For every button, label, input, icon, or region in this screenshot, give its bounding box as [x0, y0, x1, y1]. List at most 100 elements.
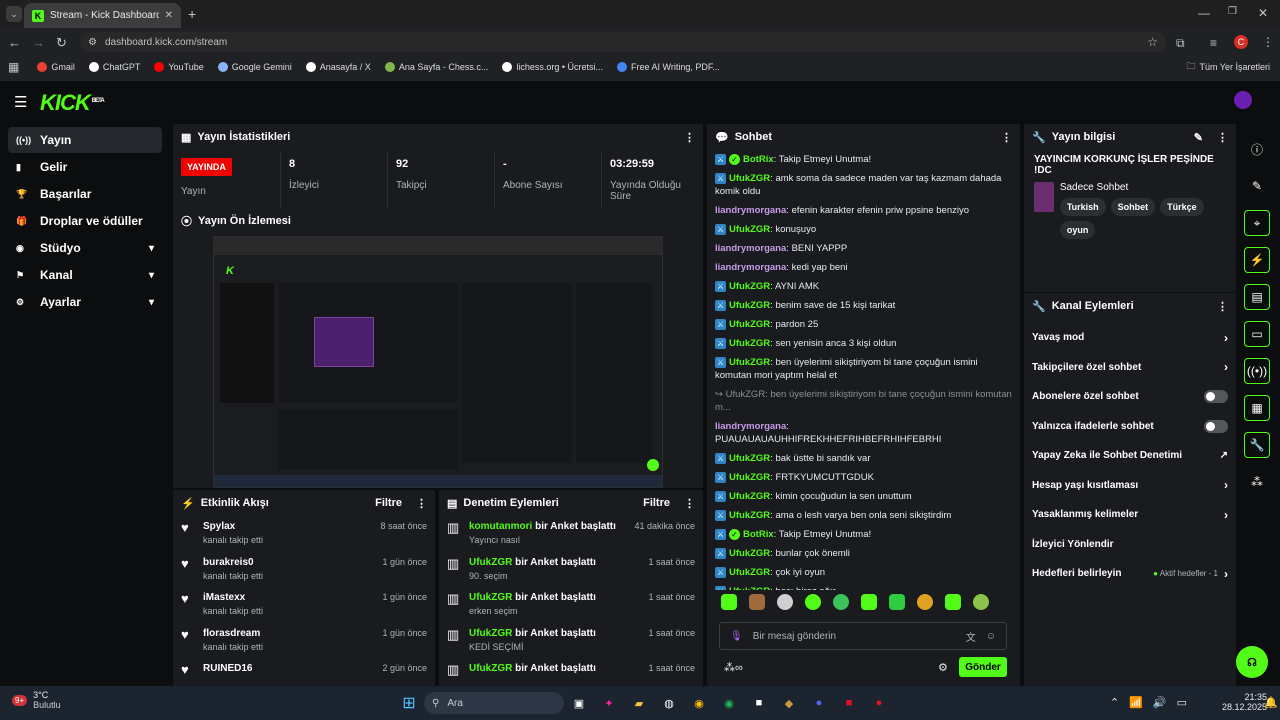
forward-icon[interactable]: →	[32, 35, 45, 50]
emote-icon[interactable]	[973, 594, 989, 610]
chat-username[interactable]: liandrymorgana	[715, 421, 786, 432]
chat-username[interactable]: UfukZGR	[729, 281, 770, 292]
moderation-menu-icon[interactable]: ⋮	[684, 497, 695, 510]
bookmark-item[interactable]: Gmail	[37, 62, 75, 72]
moderation-item[interactable]: ▥ UfukZGR bir Anket başlattı erken seçim 1 …	[439, 587, 703, 623]
moderation-item[interactable]: ▥ UfukZGR bir Anket başlattı 1 saat önce	[439, 658, 703, 686]
emote-icon[interactable]	[721, 594, 737, 610]
stream-category[interactable]: Sadece Sohbet	[1060, 182, 1226, 193]
moderator-name[interactable]: UfukZGR	[469, 628, 512, 639]
clock-time[interactable]: 21:35	[1222, 692, 1268, 702]
channel-action-item[interactable]: Takipçilere özel sohbet ›	[1024, 353, 1236, 383]
chat-message[interactable]: ⚔ UfukZGR: ben üyelerimi sikiştiriyom bi …	[707, 353, 1020, 385]
chat-message[interactable]: ⚔ ✓ BotRix: Takip Etmeyi Unutma!	[707, 525, 1020, 544]
moderation-filter-button[interactable]: Filtre	[643, 497, 670, 509]
chat-menu-icon[interactable]: ⋮	[1001, 131, 1012, 144]
chat-username[interactable]: UfukZGR	[729, 357, 770, 368]
chat-username[interactable]: UfukZGR	[729, 338, 770, 349]
emote-icon[interactable]	[861, 594, 877, 610]
sidebar-item-gelir[interactable]: ▮ Gelir	[8, 154, 162, 180]
activity-item[interactable]: ♥ iMastexx kanalı takip etti 1 gün önce	[173, 587, 435, 623]
file-explorer-icon[interactable]: ▰	[628, 692, 650, 714]
chat-username[interactable]: UfukZGR	[729, 510, 770, 521]
emote-icon[interactable]	[805, 594, 821, 610]
channel-action-item[interactable]: Yapay Zeka ile Sohbet Denetimi ↗	[1024, 441, 1236, 471]
chat-bubble-icon[interactable]: ▭	[1244, 321, 1270, 347]
chat-message[interactable]: ⚔ UfukZGR: konuşuyo	[707, 220, 1020, 239]
chat-settings-icon[interactable]: ⚙	[938, 661, 948, 674]
moderation-icon[interactable]: ▦	[1244, 395, 1270, 421]
bookmark-item[interactable]: Ana Sayfa - Chess.c...	[384, 62, 488, 72]
reload-icon[interactable]: ↻	[56, 35, 67, 51]
chat-username[interactable]: liandrymorgana	[715, 205, 786, 216]
activity-filter-button[interactable]: Filtre	[375, 497, 402, 509]
stream-preview-video[interactable]: K	[213, 236, 663, 488]
emote-icon[interactable]	[917, 594, 933, 610]
bookmark-item[interactable]: Anasayfa / X	[305, 62, 371, 72]
activity-item[interactable]: ♥ burakreis0 kanalı takip etti 1 gün önce	[173, 552, 435, 588]
emoji-icon[interactable]: ☺	[986, 631, 996, 642]
translate-icon[interactable]: 文	[966, 629, 976, 644]
activity-user[interactable]: florasdream	[203, 628, 374, 639]
media-icon[interactable]: ≡	[1210, 36, 1217, 50]
apps-grid-icon[interactable]: ▦	[8, 60, 19, 74]
hamburger-menu-icon[interactable]: ☰	[14, 93, 27, 111]
new-tab-icon[interactable]: +	[188, 6, 196, 22]
chat-username[interactable]: UfukZGR	[729, 300, 770, 311]
chat-username[interactable]: UfukZGR	[729, 548, 770, 559]
sidebar-item-ayarlar[interactable]: ⚙ Ayarlar ▾	[8, 289, 162, 315]
moderation-item[interactable]: ▥ komutanmori bir Anket başlattı Yayıncı n…	[439, 516, 703, 552]
bolt-icon[interactable]: ⚡	[1244, 247, 1270, 273]
help-button[interactable]: ☊	[1236, 646, 1268, 678]
moderation-item[interactable]: ▥ UfukZGR bir Anket başlattı KEDİ SEÇİMİ 1 …	[439, 623, 703, 659]
site-info-icon[interactable]: ⚙	[88, 37, 97, 48]
chat-message[interactable]: ⚔ UfukZGR: sen yenisin anca 3 kişi oldun	[707, 334, 1020, 353]
sidebar-item-droplar-ve-d-ller[interactable]: 🎁 Droplar ve ödüller	[8, 208, 162, 234]
moderator-name[interactable]: UfukZGR	[469, 557, 512, 568]
sidebar-item-ba-ar-lar[interactable]: 🏆 Başarılar	[8, 181, 162, 207]
notification-icon[interactable]: 🔔	[1264, 696, 1278, 709]
discord-icon[interactable]: ●	[808, 692, 830, 714]
info-icon[interactable]: ⓘ	[1244, 136, 1270, 162]
chat-username[interactable]: liandrymorgana	[715, 262, 786, 273]
chat-username[interactable]: UfukZGR	[729, 173, 770, 184]
clock-date[interactable]: 28.12.2025	[1222, 702, 1267, 712]
taskbar-search[interactable]: ⚲ Ara	[424, 692, 564, 714]
channel-action-item[interactable]: Yasaklanmış kelimeler ›	[1024, 500, 1236, 530]
activity-user[interactable]: burakreis0	[203, 557, 374, 568]
copilot-icon[interactable]: ✦	[598, 692, 620, 714]
toggle-switch[interactable]	[1204, 390, 1228, 404]
steam-icon[interactable]: ◍	[658, 692, 680, 714]
weather-widget[interactable]: 9+ 3°C Bulutlu	[12, 690, 61, 710]
channel-action-item[interactable]: Hesap yaşı kısıtlaması ›	[1024, 471, 1236, 501]
chat-message[interactable]: ⚔ UfukZGR: benim save de 15 kişi tarikat	[707, 296, 1020, 315]
spotify-icon[interactable]: ◉	[718, 692, 740, 714]
chat-username[interactable]: UfukZGR	[729, 319, 770, 330]
sidebar-item-st-dyo[interactable]: ◉ Stüdyo ▾	[8, 235, 162, 261]
chat-input[interactable]: 🎙 Bir mesaj gönderin 文 ☺	[719, 622, 1007, 650]
epic-games-icon[interactable]: ■	[748, 692, 770, 714]
volume-icon[interactable]: 🔊	[1153, 696, 1167, 709]
maximize-icon[interactable]: ❐	[1228, 6, 1237, 17]
chat-message[interactable]: ⚔UfukZGR: başı biraz ağır	[707, 582, 1020, 590]
chat-tools-icon[interactable]: ⁂∞	[724, 661, 743, 674]
mic-icon[interactable]: 🎙	[730, 631, 743, 642]
sidebar-item-kanal[interactable]: ⚑ Kanal ▾	[8, 262, 162, 288]
browser-tab[interactable]: K Stream - Kick Dashboard ✕	[24, 3, 181, 28]
bookmark-item[interactable]: Free AI Writing, PDF...	[617, 62, 720, 72]
close-tab-icon[interactable]: ✕	[165, 10, 173, 21]
channel-action-item[interactable]: Yalnızca ifadelerle sohbet	[1024, 412, 1236, 442]
stream-tag[interactable]: Turkish	[1059, 198, 1106, 216]
chat-username[interactable]: UfukZGR	[729, 491, 770, 502]
bookmark-star-icon[interactable]: ☆	[1147, 35, 1158, 49]
address-bar[interactable]: ⚙ dashboard.kick.com/stream ☆	[80, 32, 1166, 52]
chat-messages[interactable]: ⚔ ✓ BotRix: Takip Etmeyi Unutma! ⚔ UfukZGR: …	[707, 150, 1020, 590]
chat-message[interactable]: ⚔ UfukZGR: ama o lesh varya ben onla seni…	[707, 506, 1020, 525]
chat-username[interactable]: UfukZGR	[729, 567, 770, 578]
channel-action-item[interactable]: Hedefleri belirleyin ● Aktif hedefler - 1…	[1024, 559, 1236, 589]
tab-search-icon[interactable]: ⌄	[6, 6, 22, 22]
stats-menu-icon[interactable]: ⋮	[684, 131, 695, 144]
minimize-icon[interactable]: —	[1198, 6, 1210, 20]
chat-username[interactable]: BotRix	[743, 529, 774, 540]
user-avatar[interactable]	[1234, 91, 1252, 109]
